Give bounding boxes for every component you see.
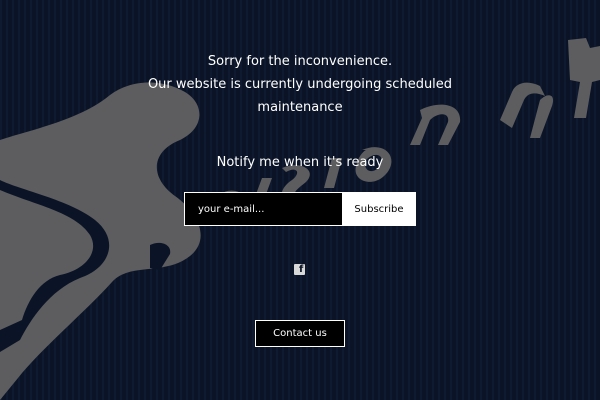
- email-input[interactable]: [184, 192, 342, 226]
- contact-us-button[interactable]: Contact us: [255, 320, 345, 347]
- subscribe-button[interactable]: Subscribe: [342, 192, 416, 226]
- facebook-icon[interactable]: f: [294, 264, 305, 275]
- notify-heading: Notify me when it's ready: [216, 155, 384, 170]
- maintenance-message-line-2: Our website is currently undergoing sche…: [147, 77, 453, 92]
- maintenance-message-line-1: Sorry for the inconvenience.: [207, 54, 393, 69]
- maintenance-page: Sorry for the inconvenience. Our website…: [0, 0, 600, 400]
- subscribe-form: Subscribe: [184, 192, 416, 226]
- maintenance-message-line-3: maintenance: [257, 100, 343, 115]
